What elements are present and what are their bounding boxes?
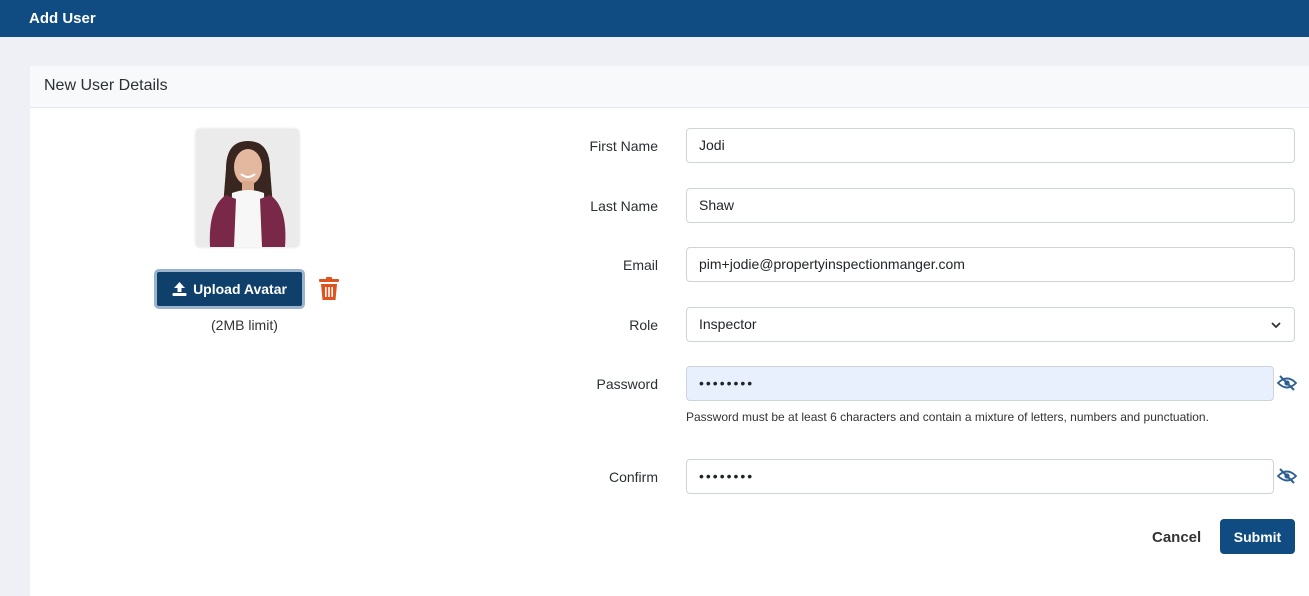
- password-field[interactable]: ••••••••: [686, 366, 1274, 401]
- email-field[interactable]: pim+jodie@propertyinspectionmanger.com: [686, 247, 1295, 282]
- avatar-photo: [196, 129, 299, 247]
- confirm-password-field[interactable]: ••••••••: [686, 459, 1274, 494]
- card-header: New User Details: [30, 66, 1309, 108]
- confirm-label: Confirm: [608, 469, 658, 485]
- avatar-size-limit: (2MB limit): [211, 317, 278, 333]
- upload-avatar-label: Upload Avatar: [193, 281, 287, 297]
- card-title: New User Details: [44, 77, 168, 94]
- role-select-value: Inspector: [699, 316, 757, 332]
- role-select[interactable]: Inspector: [686, 307, 1295, 342]
- toggle-confirm-visibility[interactable]: [1276, 468, 1298, 484]
- password-hint: Password must be at least 6 characters a…: [686, 410, 1209, 424]
- first-name-field[interactable]: Jodi: [686, 128, 1295, 163]
- trash-icon: [319, 277, 339, 300]
- email-label: Email: [622, 257, 658, 273]
- avatar: [196, 129, 299, 247]
- page-title: Add User: [29, 10, 96, 27]
- cancel-button[interactable]: Cancel: [1148, 527, 1205, 548]
- password-value: ••••••••: [699, 375, 755, 391]
- eye-slash-icon: [1276, 468, 1298, 484]
- last-name-field[interactable]: Shaw: [686, 188, 1295, 223]
- first-name-label: First Name: [589, 138, 658, 154]
- upload-avatar-button[interactable]: Upload Avatar: [154, 269, 305, 309]
- chevron-down-icon: [1271, 322, 1281, 329]
- password-label: Password: [596, 376, 658, 392]
- delete-avatar-button[interactable]: [318, 277, 340, 301]
- upload-icon: [172, 282, 187, 296]
- new-user-card: New User Details Upload Avatar (2MB limi…: [30, 66, 1309, 596]
- toggle-password-visibility[interactable]: [1276, 375, 1298, 391]
- role-label: Role: [629, 317, 658, 333]
- submit-button[interactable]: Submit: [1220, 519, 1295, 554]
- last-name-label: Last Name: [590, 198, 658, 214]
- confirm-password-value: ••••••••: [699, 468, 755, 484]
- eye-slash-icon: [1276, 375, 1298, 391]
- top-bar: Add User: [0, 0, 1309, 37]
